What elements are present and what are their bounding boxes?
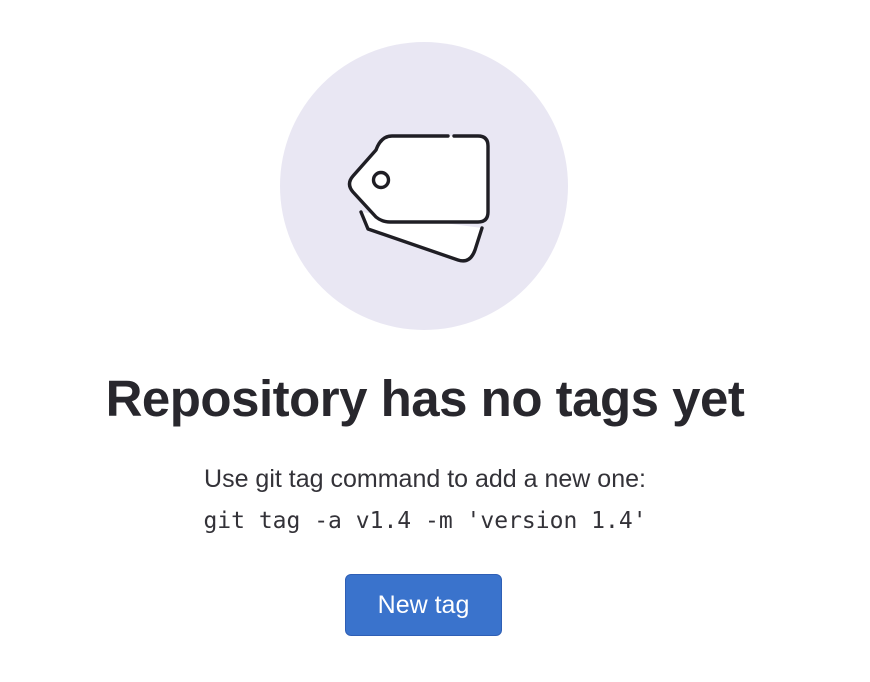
empty-state-title: Repository has no tags yet: [105, 370, 745, 427]
tag-icon: [347, 134, 490, 263]
git-tag-command: git tag -a v1.4 -m 'version 1.4': [203, 508, 647, 534]
empty-state-description: Use git tag command to add a new one:: [204, 465, 646, 493]
new-tag-button[interactable]: New tag: [345, 574, 502, 636]
empty-state-illustration: [280, 42, 568, 330]
tags-empty-state: Repository has no tags yet Use git tag c…: [0, 0, 870, 682]
